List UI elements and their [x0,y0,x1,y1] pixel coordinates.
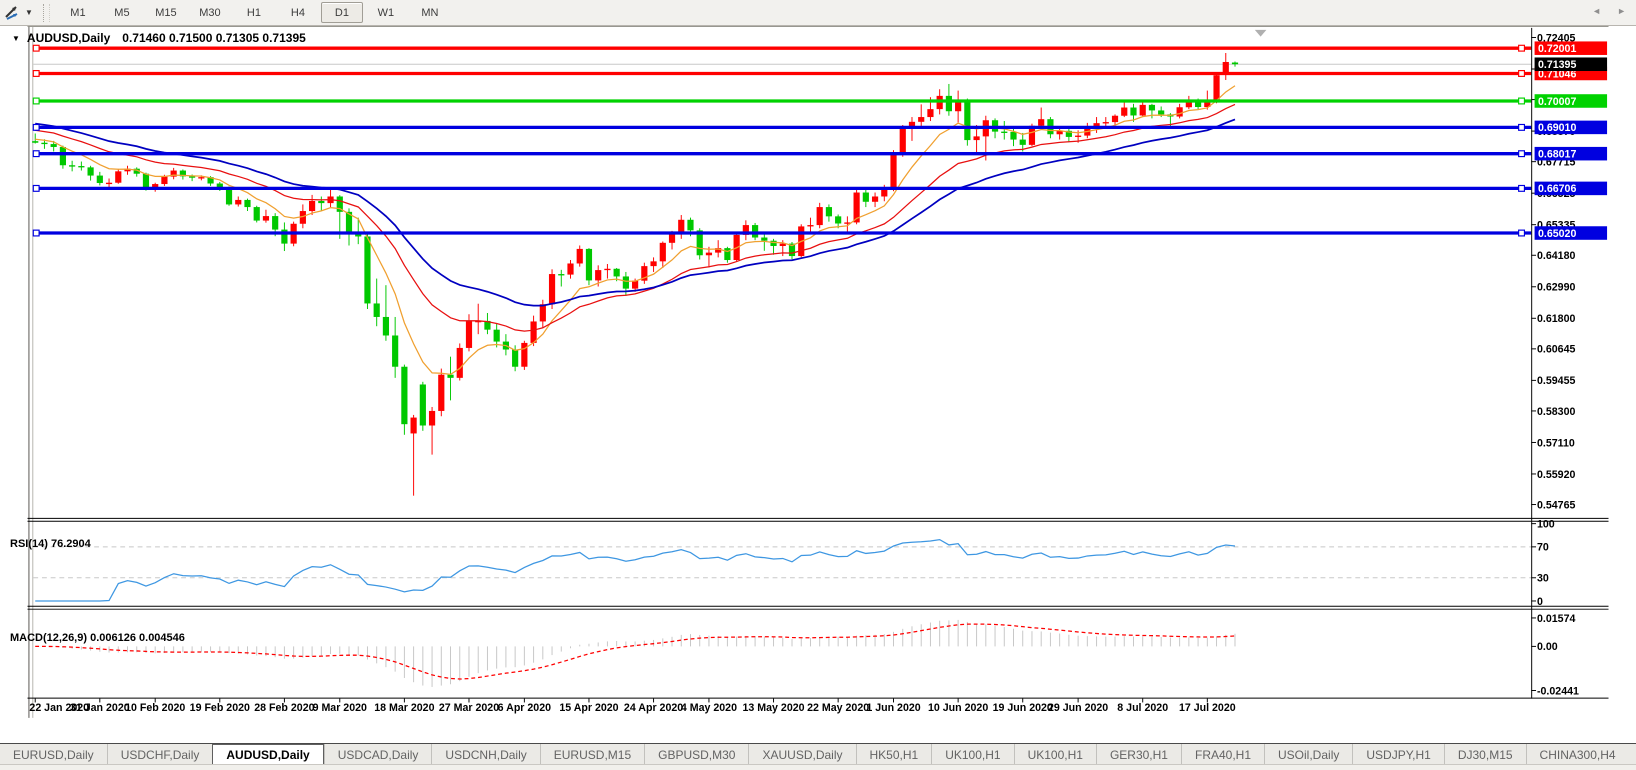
svg-text:19 Jun 2020: 19 Jun 2020 [993,702,1053,714]
svg-text:28 Feb 2020: 28 Feb 2020 [254,702,314,714]
svg-text:4 May 2020: 4 May 2020 [681,702,737,714]
svg-text:29 Jun 2020: 29 Jun 2020 [1048,702,1108,714]
svg-text:-0.02441: -0.02441 [1537,685,1579,697]
rsi-line [35,540,1235,601]
timeframe-buttons: M1M5M15M30H1H4D1W1MN [56,2,452,23]
svg-text:19 Feb 2020: 19 Feb 2020 [190,702,250,714]
timeframe-button-d1[interactable]: D1 [321,2,363,23]
svg-text:0.64180: 0.64180 [1537,250,1575,262]
timeframe-button-m1[interactable]: M1 [57,2,99,23]
toolbar-separator [43,4,50,22]
svg-text:0.62990: 0.62990 [1537,282,1575,294]
tab-usdcnh-daily[interactable]: USDCNH,Daily [431,744,539,765]
svg-text:0.61800: 0.61800 [1537,313,1575,325]
svg-text:70: 70 [1537,542,1549,554]
chart-shift-arrow-icon[interactable] [1255,30,1267,37]
svg-text:30: 30 [1537,573,1549,585]
tab-usdchf-daily[interactable]: USDCHF,Daily [107,744,213,765]
tab-usdjpy-h1[interactable]: USDJPY,H1 [1352,744,1443,765]
tab-xauusd-daily[interactable]: XAUUSD,Daily [748,744,855,765]
svg-text:0.58300: 0.58300 [1537,406,1575,418]
tab-eurusd-m15[interactable]: EURUSD,M15 [540,744,644,765]
chart-cursor-icon[interactable] [3,4,23,22]
tab-china300-h4[interactable]: CHINA300,H4 [1526,744,1629,765]
svg-text:1 Jun 2020: 1 Jun 2020 [866,702,920,714]
svg-text:100: 100 [1537,519,1555,531]
svg-text:0.66706: 0.66706 [1538,183,1576,195]
scroll-left-icon[interactable]: ◄ [1592,6,1601,16]
svg-text:10 Feb 2020: 10 Feb 2020 [125,702,185,714]
slow-ma [35,119,1235,305]
svg-text:22 May 2020: 22 May 2020 [807,702,869,714]
timeframe-button-h4[interactable]: H4 [277,2,319,23]
tab-uk100-h1[interactable]: UK100,H1 [1014,744,1096,765]
timeframe-button-m5[interactable]: M5 [101,2,143,23]
tab-ger30-h1[interactable]: GER30,H1 [1096,744,1181,765]
svg-text:9 Mar 2020: 9 Mar 2020 [313,702,367,714]
fast-ma [35,86,1235,375]
svg-text:0.01574: 0.01574 [1537,613,1575,625]
mt4-window: ▼ M1M5M15M30H1H4D1W1MN 0.724050.712150.7… [0,0,1636,770]
dropdown-caret-icon[interactable]: ▼ [25,8,33,17]
timeframe-button-m30[interactable]: M30 [189,2,231,23]
tab-usdcad-daily[interactable]: USDCAD,Daily [324,744,432,765]
tab-dj30-m15[interactable]: DJ30,M15 [1444,744,1526,765]
timeframe-button-m15[interactable]: M15 [145,2,187,23]
svg-text:0.60645: 0.60645 [1537,344,1575,356]
tab-usoil-daily[interactable]: USOil,Daily [1264,744,1352,765]
tab-fra40-h1[interactable]: FRA40,H1 [1181,744,1264,765]
svg-text:17 Jul 2020: 17 Jul 2020 [1179,702,1236,714]
status-strip [0,764,1636,770]
macd-signal-line [35,624,1235,679]
svg-text:0.70007: 0.70007 [1538,96,1576,108]
svg-text:10 Jun 2020: 10 Jun 2020 [928,702,988,714]
svg-text:13 May 2020: 13 May 2020 [743,702,805,714]
tab-uk100-h1[interactable]: UK100,H1 [931,744,1013,765]
svg-text:0.55920: 0.55920 [1537,469,1575,481]
svg-text:18 Mar 2020: 18 Mar 2020 [374,702,434,714]
timeframe-button-mn[interactable]: MN [409,2,451,23]
chart-canvas[interactable]: 0.724050.712150.700600.688700.677150.665… [0,25,1636,744]
tab-hk50-h1[interactable]: HK50,H1 [856,744,932,765]
svg-text:31 Jan 2020: 31 Jan 2020 [70,702,130,714]
svg-text:6 Apr 2020: 6 Apr 2020 [498,702,551,714]
tab-eurusd-daily[interactable]: EURUSD,Daily [0,744,107,765]
tab-gbpusd-m30[interactable]: GBPUSD,M30 [644,744,748,765]
chart-tab-bar: EURUSD,DailyUSDCHF,DailyAUDUSD,DailyUSDC… [0,743,1636,765]
medium-ma [35,104,1235,331]
svg-text:24 Apr 2020: 24 Apr 2020 [624,702,683,714]
svg-text:0.65020: 0.65020 [1538,228,1576,240]
svg-text:15 Apr 2020: 15 Apr 2020 [559,702,618,714]
svg-text:0.57110: 0.57110 [1537,437,1575,449]
svg-text:8 Jul 2020: 8 Jul 2020 [1117,702,1168,714]
toolbar: ▼ M1M5M15M30H1H4D1W1MN [0,0,1636,26]
svg-text:27 Mar 2020: 27 Mar 2020 [439,702,499,714]
scroll-right-icon[interactable]: ► [1617,6,1626,16]
timeframe-button-w1[interactable]: W1 [365,2,407,23]
svg-text:0.69010: 0.69010 [1538,122,1576,134]
svg-text:0.54765: 0.54765 [1537,499,1575,511]
svg-text:0: 0 [1537,596,1543,608]
svg-text:0.71395: 0.71395 [1538,59,1576,71]
tab-audusd-daily[interactable]: AUDUSD,Daily [212,744,323,765]
tab-scroll-controls: ◄ ► [1592,0,1626,21]
timeframe-button-h1[interactable]: H1 [233,2,275,23]
svg-text:0.00: 0.00 [1537,641,1558,653]
svg-text:0.72001: 0.72001 [1538,43,1576,55]
candles-layer [32,53,1238,496]
svg-text:0.59455: 0.59455 [1537,375,1575,387]
svg-text:0.68017: 0.68017 [1538,149,1576,161]
